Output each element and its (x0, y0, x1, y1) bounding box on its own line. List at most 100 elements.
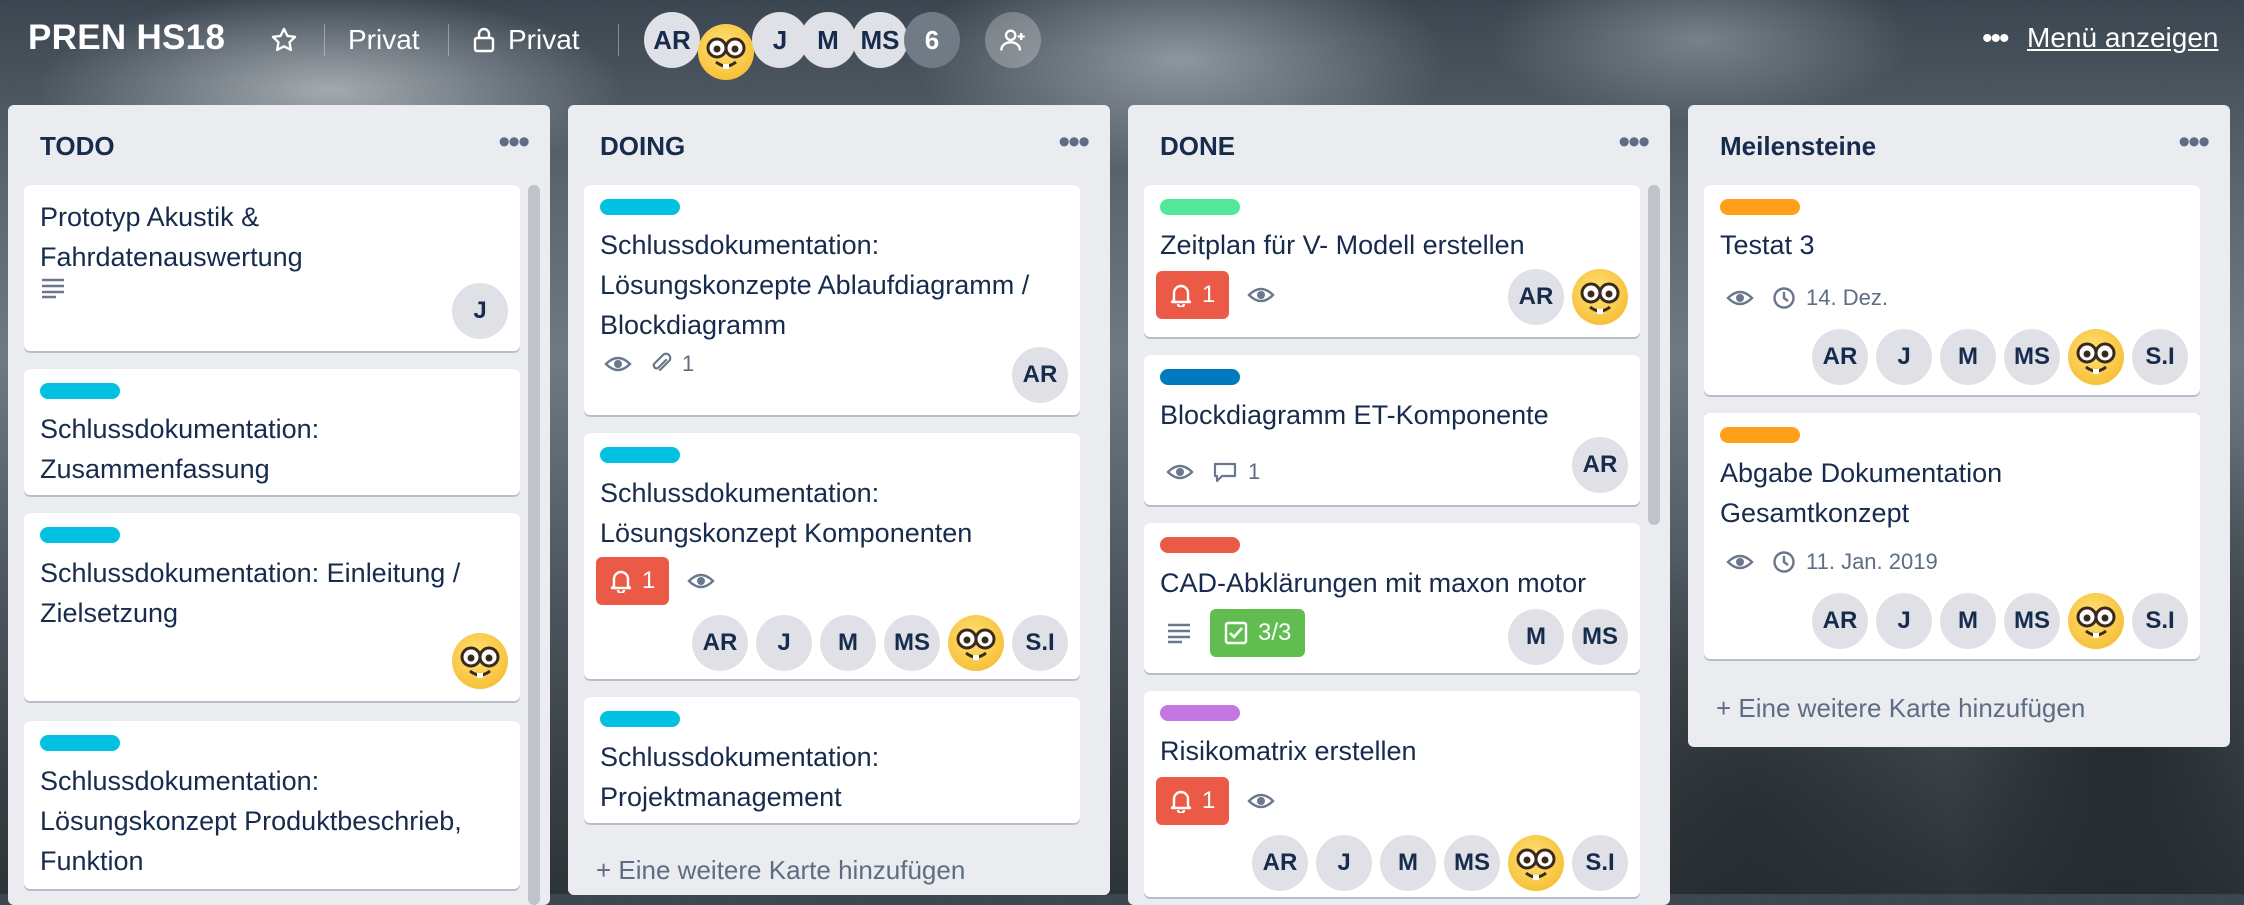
card[interactable]: Schlussdokumentation: Projektmanagement (584, 697, 1080, 823)
card-label[interactable] (600, 711, 680, 727)
list-scrollbar[interactable] (528, 185, 540, 905)
list-title[interactable]: Meilensteine (1720, 131, 1876, 162)
card-badges: 11. Jan. 2019 (1726, 549, 1938, 575)
card-label[interactable] (40, 383, 120, 399)
member-avatar[interactable]: S.I (2132, 329, 2188, 385)
member-avatar[interactable]: MS (2004, 593, 2060, 649)
member-avatar[interactable]: M (800, 12, 856, 68)
member-avatar[interactable]: M (820, 615, 876, 671)
eye-icon (1247, 287, 1276, 303)
member-avatar[interactable]: S.I (1572, 835, 1628, 891)
card-members: AR (1572, 437, 1628, 493)
eye-icon (687, 573, 716, 589)
card[interactable]: CAD-Abklärungen mit maxon motor 3/3 M MS (1144, 523, 1640, 673)
card-title: Abgabe Dokumentation Gesamtkonzept (1720, 458, 2003, 528)
member-avatar[interactable]: AR (1572, 437, 1628, 493)
add-card-button[interactable]: + Eine weitere Karte hinzufügen (1716, 693, 2085, 724)
add-user-icon (1000, 29, 1025, 51)
member-avatar[interactable]: J (1316, 835, 1372, 891)
member-avatar[interactable]: AR (1812, 329, 1868, 385)
member-avatar[interactable]: M (1940, 593, 1996, 649)
member-avatar-emoji[interactable] (948, 615, 1004, 671)
card[interactable]: Risikomatrix erstellen 1 AR J M MS S.I (1144, 691, 1640, 897)
comment-icon (1213, 462, 1237, 483)
card[interactable]: Abgabe Dokumentation Gesamtkonzept 11. J… (1704, 413, 2200, 659)
card[interactable]: Schlussdokumentation: Lösungskonzept Kom… (584, 433, 1080, 679)
team-visibility-button[interactable]: Privat (348, 16, 420, 64)
privacy-button[interactable]: Privat (472, 16, 580, 64)
list-menu-icon[interactable]: ••• (2178, 123, 2210, 162)
card-title: Prototyp Akustik & Fahrdatenauswertung (40, 202, 303, 272)
member-avatar[interactable]: MS (2004, 329, 2060, 385)
notification-badge[interactable]: 1 (1156, 777, 1230, 825)
due-date: 14. Dez. (1806, 285, 1888, 310)
member-avatar[interactable]: MS (1572, 609, 1628, 665)
card-label[interactable] (1160, 369, 1240, 385)
list-scrollbar[interactable] (1648, 185, 1660, 525)
due-date-badge[interactable]: 14. Dez. (1772, 285, 1888, 311)
invite-member-button[interactable] (985, 12, 1041, 68)
add-card-button[interactable]: + Eine weitere Karte hinzufügen (596, 855, 965, 886)
member-avatar[interactable]: AR (644, 12, 700, 68)
member-avatar[interactable]: AR (692, 615, 748, 671)
member-avatar[interactable]: J (1876, 329, 1932, 385)
member-avatar-emoji[interactable] (2068, 593, 2124, 649)
card-label[interactable] (1160, 705, 1240, 721)
star-button[interactable] (260, 16, 308, 64)
member-avatar[interactable]: J (756, 615, 812, 671)
card[interactable]: Prototyp Akustik & Fahrdatenauswertung J (24, 185, 520, 351)
member-avatar[interactable]: AR (1508, 269, 1564, 325)
card-label[interactable] (1160, 537, 1240, 553)
member-avatar[interactable]: AR (1252, 835, 1308, 891)
more-members-count[interactable]: 6 (904, 12, 960, 68)
list-menu-icon[interactable]: ••• (1058, 123, 1090, 162)
due-date: 11. Jan. 2019 (1806, 549, 1938, 574)
member-avatar[interactable]: MS (1444, 835, 1500, 891)
member-avatar[interactable]: J (452, 283, 508, 339)
member-avatar-emoji[interactable] (452, 633, 508, 689)
list-title[interactable]: DOING (600, 131, 685, 162)
member-avatar[interactable]: AR (1812, 593, 1868, 649)
clock-icon (1773, 287, 1795, 309)
card-members: AR J M MS S.I (1812, 329, 2188, 385)
card[interactable]: Blockdiagramm ET-Komponente 1 AR (1144, 355, 1640, 505)
card[interactable]: Schlussdokumentation: Zusammenfassung (24, 369, 520, 495)
member-avatar-emoji[interactable] (1572, 269, 1628, 325)
member-avatar-emoji[interactable] (2068, 329, 2124, 385)
card[interactable]: Testat 3 14. Dez. AR J M MS S.I (1704, 185, 2200, 395)
card-label[interactable] (1720, 427, 1800, 443)
member-avatar-emoji[interactable] (1508, 835, 1564, 891)
member-avatar[interactable]: MS (852, 12, 908, 68)
member-avatar[interactable]: J (1876, 593, 1932, 649)
member-avatar[interactable]: S.I (1012, 615, 1068, 671)
list-menu-icon[interactable]: ••• (1618, 123, 1650, 162)
member-avatar[interactable]: M (1508, 609, 1564, 665)
card-label[interactable] (40, 527, 120, 543)
card[interactable]: Schlussdokumentation: Einleitung / Ziels… (24, 513, 520, 701)
notification-badge[interactable]: 1 (1156, 271, 1230, 319)
card-label[interactable] (40, 735, 120, 751)
member-avatar[interactable]: AR (1012, 347, 1068, 403)
board-title[interactable]: PREN HS18 (28, 18, 225, 58)
card[interactable]: Schlussdokumentation: Lösungskonzept Pro… (24, 721, 520, 889)
checklist-badge[interactable]: 3/3 (1210, 609, 1306, 657)
show-menu-link[interactable]: Menü anzeigen (2027, 22, 2218, 54)
card[interactable]: Schlussdokumentation: Lösungskonzepte Ab… (584, 185, 1080, 415)
list-title[interactable]: TODO (40, 131, 115, 162)
due-date-badge[interactable]: 11. Jan. 2019 (1772, 549, 1938, 575)
member-avatar[interactable]: S.I (2132, 593, 2188, 649)
member-avatar[interactable]: M (1940, 329, 1996, 385)
more-dots-icon[interactable]: ••• (1982, 22, 2009, 56)
member-avatar-emoji[interactable] (698, 24, 754, 80)
card-label[interactable] (600, 199, 680, 215)
card[interactable]: Zeitplan für V- Modell erstellen 1 AR (1144, 185, 1640, 337)
member-avatar[interactable]: MS (884, 615, 940, 671)
card-label[interactable] (1160, 199, 1240, 215)
list-title[interactable]: DONE (1160, 131, 1235, 162)
member-avatar[interactable]: M (1380, 835, 1436, 891)
card-label[interactable] (600, 447, 680, 463)
list-menu-icon[interactable]: ••• (498, 123, 530, 162)
notification-badge[interactable]: 1 (596, 557, 670, 605)
card-label[interactable] (1720, 199, 1800, 215)
description-icon (42, 278, 64, 299)
